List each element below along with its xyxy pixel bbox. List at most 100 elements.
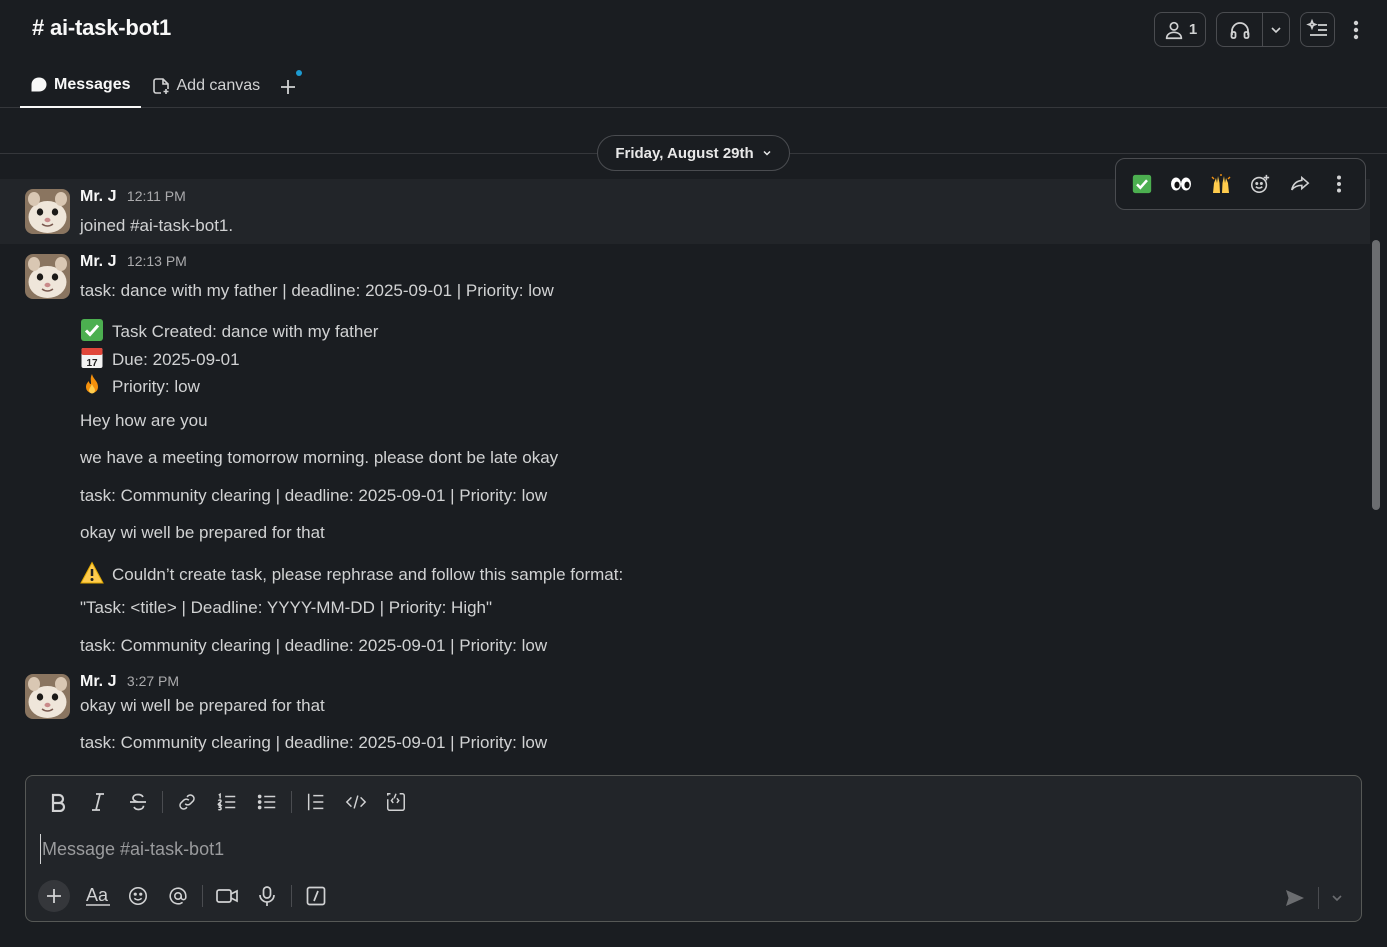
chevron-down-icon bbox=[762, 148, 772, 158]
date-divider-button[interactable]: Friday, August 29th bbox=[597, 135, 790, 171]
composer-actions: Aa bbox=[38, 880, 336, 912]
blockquote-button[interactable] bbox=[296, 788, 336, 816]
message-text: Couldn’t create task, please rephrase an… bbox=[112, 565, 624, 584]
add-reaction-icon bbox=[1249, 173, 1271, 195]
formatting-icon: Aa bbox=[85, 884, 111, 908]
message-input[interactable] bbox=[40, 834, 1340, 864]
raised-hands-reaction-icon bbox=[1210, 173, 1232, 195]
message-text: Priority: low bbox=[112, 377, 200, 396]
message-text: we have a meeting tomorrow morning. plea… bbox=[80, 448, 559, 467]
react-eyes-button[interactable] bbox=[1166, 169, 1196, 199]
message[interactable]: Mr. J 12:13 PM task: dance with my fathe… bbox=[0, 244, 1370, 674]
attach-button[interactable] bbox=[38, 880, 70, 912]
mention-button[interactable] bbox=[158, 880, 198, 912]
slash-command-button[interactable] bbox=[296, 880, 336, 912]
ordered-list-icon bbox=[216, 791, 238, 813]
video-clip-button[interactable] bbox=[207, 880, 247, 912]
avatar[interactable] bbox=[25, 674, 70, 719]
avatar[interactable] bbox=[25, 189, 70, 234]
message-text: task: dance with my father | deadline: 2… bbox=[80, 281, 554, 300]
emoji-button[interactable] bbox=[118, 880, 158, 912]
share-icon bbox=[1289, 173, 1311, 195]
person-icon bbox=[1163, 19, 1185, 41]
bold-button[interactable] bbox=[38, 788, 78, 816]
code-block-icon bbox=[385, 791, 407, 813]
svg-text:17: 17 bbox=[86, 358, 98, 369]
calendar-icon: 17 bbox=[80, 346, 104, 370]
attach-plus-icon bbox=[45, 887, 63, 905]
code-button[interactable] bbox=[336, 788, 376, 816]
add-reaction-button[interactable] bbox=[1245, 169, 1275, 199]
channel-canvas-button[interactable] bbox=[1300, 12, 1335, 47]
chevron-down-icon bbox=[1270, 24, 1282, 36]
send-button[interactable] bbox=[1280, 882, 1310, 914]
tab-add-canvas[interactable]: Add canvas bbox=[141, 66, 271, 106]
date-label: Friday, August 29th bbox=[615, 144, 754, 162]
huddle-button-group bbox=[1216, 12, 1290, 47]
italic-button[interactable] bbox=[78, 788, 118, 816]
strikethrough-button[interactable] bbox=[118, 788, 158, 816]
huddle-button[interactable] bbox=[1217, 13, 1263, 46]
channel-title[interactable]: # ai-task-bot1 bbox=[32, 15, 171, 41]
video-clip-icon bbox=[215, 885, 239, 907]
plus-icon bbox=[279, 78, 297, 96]
formatting-toggle-button[interactable]: Aa bbox=[78, 880, 118, 912]
channel-tabs: Messages Add canvas bbox=[20, 66, 306, 108]
huddle-options-button[interactable] bbox=[1263, 13, 1289, 46]
link-button[interactable] bbox=[167, 788, 207, 816]
send-options-button[interactable] bbox=[1327, 882, 1347, 914]
send-controls bbox=[1280, 882, 1347, 914]
fire-icon bbox=[80, 373, 104, 397]
strikethrough-icon bbox=[128, 792, 148, 812]
audio-clip-icon bbox=[257, 885, 277, 907]
channel-header: # ai-task-bot1 1 Messages Add canvas bbox=[0, 0, 1387, 108]
react-raised-hands-button[interactable] bbox=[1206, 169, 1236, 199]
message-actions-toolbar bbox=[1115, 158, 1366, 210]
channel-more-button[interactable] bbox=[1345, 19, 1367, 41]
italic-icon bbox=[88, 792, 108, 812]
message[interactable]: Mr. J 3:27 PM okay wi well be prepared f… bbox=[0, 673, 1370, 774]
send-icon bbox=[1284, 888, 1306, 908]
formatting-toolbar bbox=[38, 788, 416, 816]
message-text: okay wi well be prepared for that bbox=[80, 523, 325, 542]
members-button[interactable]: 1 bbox=[1154, 12, 1206, 47]
eyes-reaction-icon bbox=[1170, 174, 1192, 194]
message-timestamp[interactable]: 12:13 PM bbox=[127, 253, 187, 269]
more-actions-button[interactable] bbox=[1324, 169, 1354, 199]
audio-clip-button[interactable] bbox=[247, 880, 287, 912]
send-options-icon bbox=[1331, 892, 1343, 904]
bold-icon bbox=[48, 792, 68, 812]
check-reaction-icon bbox=[1132, 174, 1152, 194]
message-author[interactable]: Mr. J bbox=[80, 673, 116, 690]
sparkle-list-icon bbox=[1305, 18, 1330, 42]
message-text: "Task: <title> | Deadline: YYYY-MM-DD | … bbox=[80, 598, 493, 617]
message-text: task: Community clearing | deadline: 202… bbox=[80, 733, 548, 752]
react-check-button[interactable] bbox=[1127, 169, 1157, 199]
share-message-button[interactable] bbox=[1285, 169, 1315, 199]
bulleted-list-button[interactable] bbox=[247, 788, 287, 816]
tab-label: Messages bbox=[54, 76, 131, 93]
message-text: Due: 2025-09-01 bbox=[112, 350, 240, 369]
mention-icon bbox=[167, 885, 189, 907]
message-text: Hey how are you bbox=[80, 411, 208, 430]
more-actions-icon bbox=[1336, 174, 1342, 194]
add-tab-button[interactable] bbox=[270, 66, 306, 108]
avatar[interactable] bbox=[25, 254, 70, 299]
message-text: okay wi well be prepared for that bbox=[80, 696, 325, 715]
code-block-button[interactable] bbox=[376, 788, 416, 816]
message-text: Task Created: dance with my father bbox=[112, 322, 379, 341]
slash-command-icon bbox=[305, 885, 327, 907]
tab-messages[interactable]: Messages bbox=[20, 66, 141, 108]
message-timestamp[interactable]: 12:11 PM bbox=[127, 188, 186, 204]
message-list: Mr. J 12:11 PM joined #ai-task-bot1. Mr.… bbox=[0, 179, 1370, 774]
message-timestamp[interactable]: 3:27 PM bbox=[127, 673, 179, 689]
message-author[interactable]: Mr. J bbox=[80, 253, 116, 270]
message-list-scrollbar[interactable] bbox=[1372, 240, 1380, 510]
message-text: joined #ai-task-bot1. bbox=[80, 216, 234, 235]
message-author[interactable]: Mr. J bbox=[80, 188, 116, 205]
headphones-icon bbox=[1228, 18, 1252, 42]
ordered-list-button[interactable] bbox=[207, 788, 247, 816]
message-bubble-icon bbox=[30, 76, 48, 94]
svg-text:Aa: Aa bbox=[86, 885, 109, 905]
kebab-icon bbox=[1353, 19, 1359, 41]
